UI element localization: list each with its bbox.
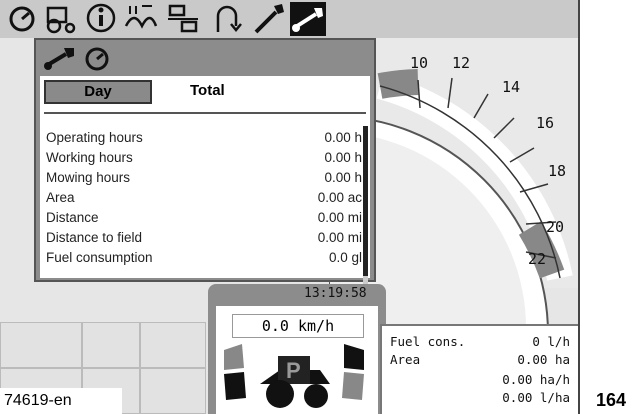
- gauge-tick-20: 20: [546, 218, 564, 236]
- list-item: Area 0.00 ac: [46, 188, 362, 208]
- figure-caption: 74619-en: [0, 388, 122, 414]
- popup-body: Day Total Operating hours 0.00 h Working …: [40, 76, 370, 284]
- row-value: 0.00 ac: [317, 190, 362, 205]
- left-bar-upper: [224, 344, 244, 370]
- right-bar-lower: [342, 372, 364, 400]
- info-icon[interactable]: [84, 2, 118, 34]
- speed-readout: 0.0 km/h: [232, 314, 364, 338]
- list-item: Fuel consumption 0.0 gl: [46, 248, 362, 268]
- left-bar-lower: [224, 372, 246, 400]
- row-label: Operating hours: [46, 130, 143, 145]
- area-value: 0.00 ha: [517, 352, 570, 367]
- terminal-screen: 10 12 14 16 18 20 22 Day Total Operating…: [0, 0, 580, 414]
- fuel-rate-value: 0.00 l/ha: [502, 390, 570, 405]
- area-label: Area: [390, 352, 421, 367]
- implement-icon[interactable]: [124, 2, 158, 34]
- grid-cell: [140, 322, 206, 368]
- row-label: Working hours: [46, 150, 133, 165]
- row-value: 0.00 mi: [317, 210, 362, 225]
- row-label: Mowing hours: [46, 170, 131, 185]
- row-label: Distance to field: [46, 230, 143, 245]
- counters-popup: Day Total Operating hours 0.00 h Working …: [34, 38, 376, 284]
- fuel-panel: Fuel cons. 0 l/h Area 0.00 ha 0.00 ha/h …: [380, 324, 578, 414]
- wrench-icon[interactable]: [252, 2, 286, 34]
- fuel-value: 0 l/h: [532, 334, 570, 349]
- wrench-active-tab[interactable]: [290, 2, 326, 36]
- row-value: 0.00 h: [324, 170, 362, 185]
- row-value: 0.00 mi: [317, 230, 362, 245]
- list-item: Mowing hours 0.00 h: [46, 168, 362, 188]
- row-label: Fuel consumption: [46, 250, 153, 265]
- grid-cell: [82, 322, 140, 368]
- grid-cell: [0, 322, 82, 368]
- popup-header: [36, 40, 374, 76]
- gauge-tick-22: 22: [528, 250, 546, 268]
- gauge-tick-18: 18: [548, 162, 566, 180]
- counter-list: Operating hours 0.00 h Working hours 0.00 …: [46, 128, 362, 268]
- right-bar-upper: [344, 344, 364, 370]
- scrollbar-thumb[interactable]: [363, 276, 368, 284]
- fuel-label: Fuel cons.: [390, 334, 466, 349]
- wrench-icon: [44, 48, 74, 70]
- area-rate-value: 0.00 ha/h: [502, 372, 570, 387]
- list-item: Distance to field 0.00 mi: [46, 228, 362, 248]
- list-item: Operating hours 0.00 h: [46, 128, 362, 148]
- gauge-tick-14: 14: [502, 78, 520, 96]
- transmission-indicator: P: [224, 344, 364, 408]
- top-toolbar: [0, 0, 578, 38]
- row-label: Area: [46, 190, 75, 205]
- tab-divider: [44, 112, 366, 114]
- scrollbar[interactable]: [363, 126, 368, 276]
- wrench-icon: [292, 8, 323, 32]
- sequence-icon[interactable]: [166, 2, 200, 34]
- tab-day[interactable]: Day: [44, 80, 152, 104]
- tab-total[interactable]: Total: [190, 80, 225, 102]
- tractor-icon[interactable]: [44, 2, 78, 34]
- gauge-tick-10: 10: [410, 54, 428, 72]
- park-indicator: P: [286, 358, 301, 383]
- gauge-icon[interactable]: [6, 2, 40, 34]
- list-item: Working hours 0.00 h: [46, 148, 362, 168]
- row-label: Distance: [46, 210, 99, 225]
- row-value: 0.00 h: [324, 130, 362, 145]
- headland-icon[interactable]: [210, 2, 244, 34]
- wheel-rear: [266, 380, 294, 408]
- grid-cell: [140, 368, 206, 414]
- page-number: 164: [596, 390, 627, 410]
- row-value: 0.0 gl: [328, 250, 362, 265]
- list-item: Distance 0.00 mi: [46, 208, 362, 228]
- gauge-tick-16: 16: [536, 114, 554, 132]
- row-value: 0.00 h: [324, 150, 362, 165]
- clock: 13:19:58: [304, 286, 367, 301]
- gauge-icon: [85, 47, 109, 71]
- wheel-front: [304, 384, 328, 408]
- gauge-tick-12: 12: [452, 54, 470, 72]
